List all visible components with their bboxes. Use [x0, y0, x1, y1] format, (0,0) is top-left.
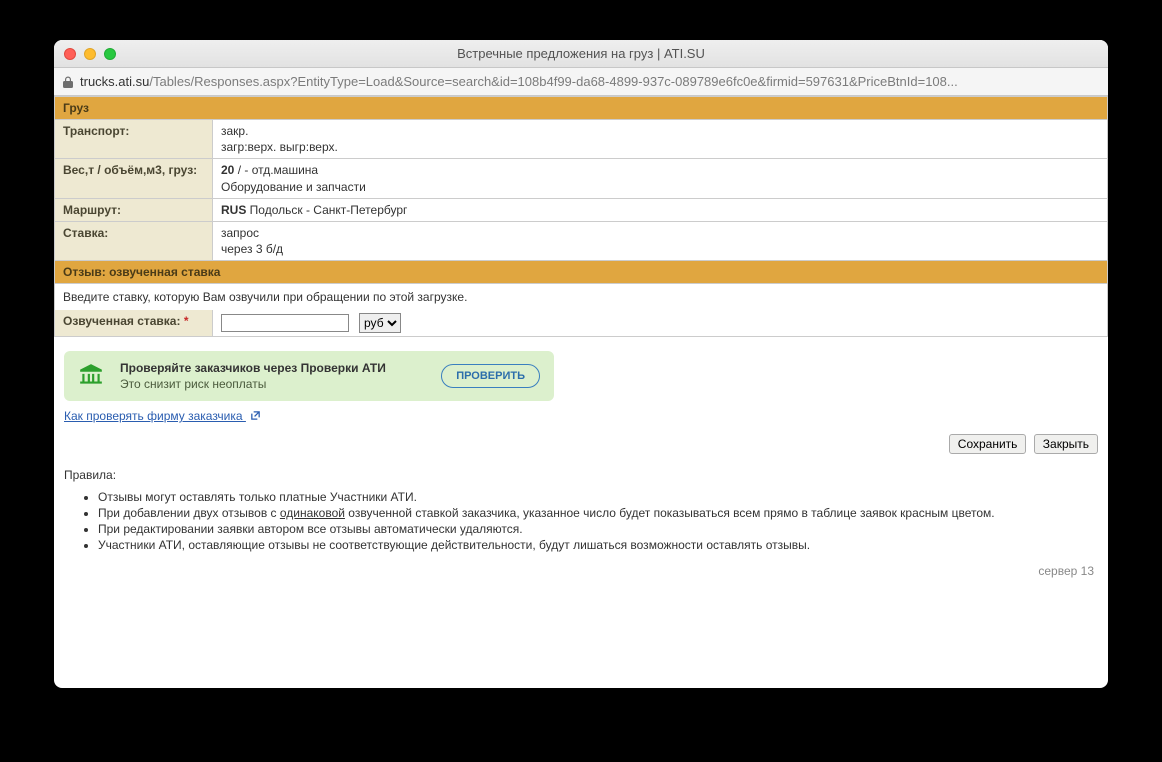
route-value: RUS Подольск - Санкт-Петербург — [213, 198, 1108, 221]
url-path: /Tables/Responses.aspx?EntityType=Load&S… — [149, 74, 957, 89]
instruction-text: Введите ставку, которую Вам озвучили при… — [54, 284, 1108, 310]
server-label: сервер 13 — [54, 554, 1108, 588]
rate-label: Ставка: — [55, 221, 213, 260]
titlebar: Встречные предложения на груз | ATI.SU — [54, 40, 1108, 68]
list-item: Отзывы могут оставлять только платные Уч… — [98, 490, 1098, 504]
url-text: trucks.ati.su/Tables/Responses.aspx?Enti… — [80, 74, 1100, 89]
bank-icon — [78, 362, 104, 391]
lock-icon — [62, 75, 74, 89]
banner-title: Проверяйте заказчиков через Проверки АТИ — [120, 361, 425, 375]
rate-input-table: Озвученная ставка: * руб — [54, 310, 1108, 337]
rate-value: запрос через 3 б/д — [213, 221, 1108, 260]
currency-select[interactable]: руб — [359, 313, 401, 333]
banner-subtitle: Это снизит риск неоплаты — [120, 377, 425, 391]
close-button[interactable]: Закрыть — [1034, 434, 1098, 454]
rate-input[interactable] — [221, 314, 349, 332]
window-title: Встречные предложения на груз | ATI.SU — [54, 46, 1108, 61]
table-row: Ставка: запрос через 3 б/д — [55, 221, 1108, 260]
transport-value: закр. загр:верх. выгр:верх. — [213, 120, 1108, 159]
weight-value: 20 / - отд.машина Оборудование и запчаст… — [213, 159, 1108, 198]
how-to-check-link[interactable]: Как проверять фирму заказчика — [64, 409, 246, 423]
url-host: trucks.ati.su — [80, 74, 149, 89]
check-banner: Проверяйте заказчиков через Проверки АТИ… — [64, 351, 554, 401]
save-button[interactable]: Сохранить — [949, 434, 1027, 454]
table-row: Транспорт: закр. загр:верх. выгр:верх. — [55, 120, 1108, 159]
table-row: Вес,т / объём,м3, груз: 20 / - отд.машин… — [55, 159, 1108, 198]
transport-label: Транспорт: — [55, 120, 213, 159]
cargo-info-table: Транспорт: закр. загр:верх. выгр:верх. В… — [54, 120, 1108, 261]
window-controls — [64, 48, 116, 60]
how-to-check-link-wrap: Как проверять фирму заказчика — [54, 409, 1108, 434]
list-item: Участники АТИ, оставляющие отзывы не соо… — [98, 538, 1098, 552]
rate-input-label: Озвученная ставка: * — [55, 310, 213, 337]
maximize-window-icon[interactable] — [104, 48, 116, 60]
route-label: Маршрут: — [55, 198, 213, 221]
page-content: Груз Транспорт: закр. загр:верх. выгр:ве… — [54, 96, 1108, 588]
rules-title: Правила: — [64, 468, 1098, 482]
section-header-cargo: Груз — [54, 96, 1108, 120]
rules-block: Правила: Отзывы могут оставлять только п… — [54, 462, 1108, 552]
banner-wrap: Проверяйте заказчиков через Проверки АТИ… — [54, 337, 1108, 409]
action-buttons: Сохранить Закрыть — [54, 434, 1108, 462]
required-mark: * — [184, 314, 189, 328]
close-window-icon[interactable] — [64, 48, 76, 60]
minimize-window-icon[interactable] — [84, 48, 96, 60]
external-link-icon — [250, 410, 261, 424]
weight-label: Вес,т / объём,м3, груз: — [55, 159, 213, 198]
banner-text: Проверяйте заказчиков через Проверки АТИ… — [120, 361, 425, 391]
url-bar[interactable]: trucks.ati.su/Tables/Responses.aspx?Enti… — [54, 68, 1108, 96]
list-item: При редактировании заявки автором все от… — [98, 522, 1098, 536]
section-header-feedback: Отзыв: озвученная ставка — [54, 261, 1108, 284]
check-button[interactable]: ПРОВЕРИТЬ — [441, 364, 540, 388]
list-item: При добавлении двух отзывов с одинаковой… — [98, 506, 1098, 520]
table-row: Озвученная ставка: * руб — [55, 310, 1108, 337]
rules-list: Отзывы могут оставлять только платные Уч… — [98, 490, 1098, 552]
browser-window: Встречные предложения на груз | ATI.SU t… — [54, 40, 1108, 688]
rate-input-cell: руб — [213, 310, 1108, 337]
table-row: Маршрут: RUS Подольск - Санкт-Петербург — [55, 198, 1108, 221]
